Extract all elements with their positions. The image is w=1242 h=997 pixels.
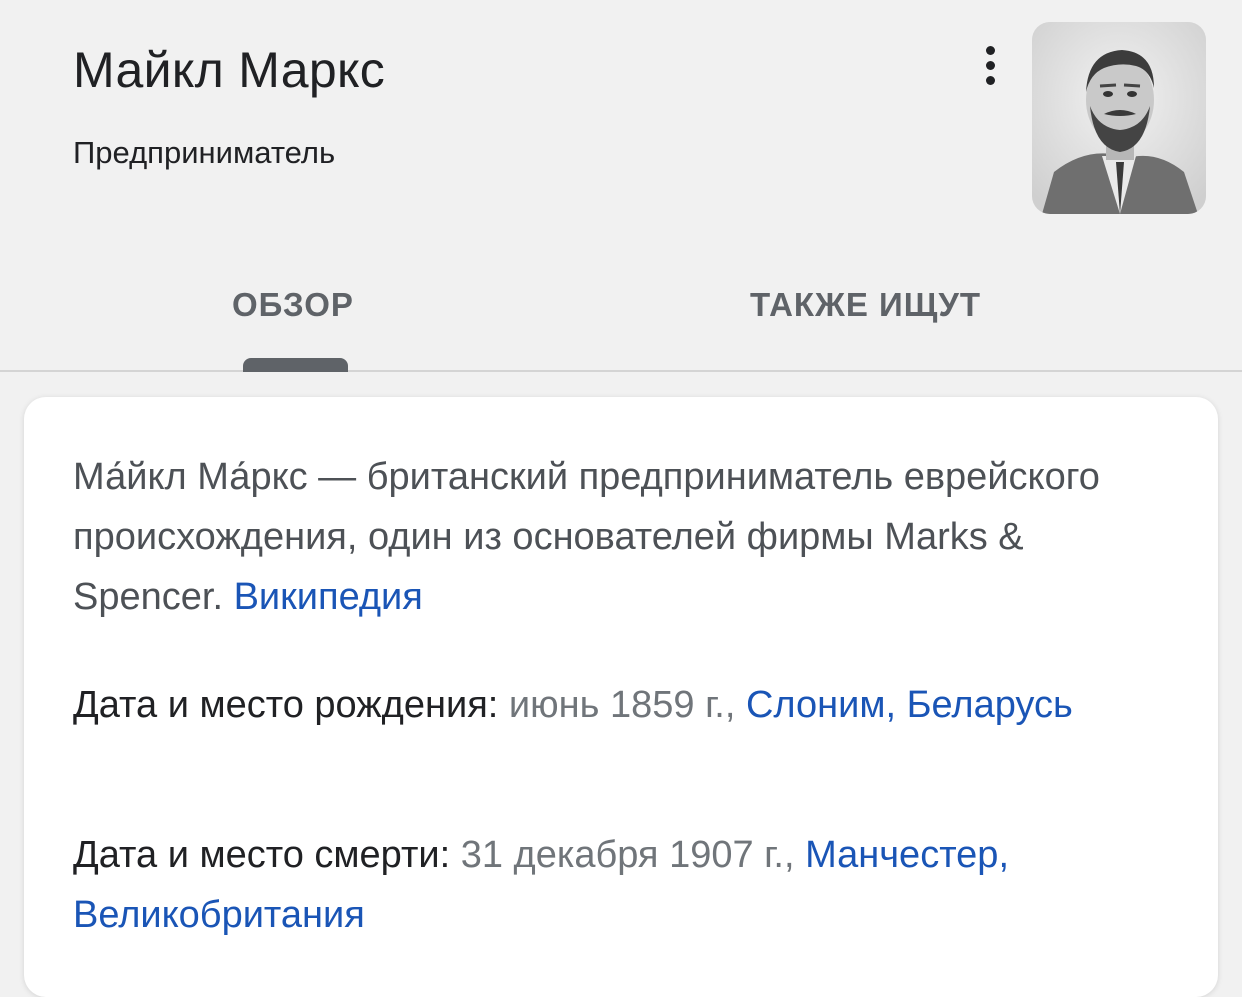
fact-death: Дата и место смерти: 31 декабря 1907 г.,… (73, 825, 1173, 945)
more-vert-icon (985, 45, 995, 55)
fact-value: июнь 1859 г., (508, 684, 736, 726)
fact-value: 31 декабря 1907 г., (460, 834, 795, 876)
tab-people-also-search[interactable]: ТАКЖЕ ИЩУТ (750, 280, 981, 330)
fact-label: Дата и место смерти: (73, 834, 451, 876)
entity-subtitle: Предприниматель (73, 135, 336, 170)
fact-birth: Дата и место рождения: июнь 1859 г., Сло… (73, 675, 1173, 735)
fact-label: Дата и место рождения: (73, 684, 499, 726)
entity-title: Майкл Маркс (73, 42, 386, 98)
birth-place-link[interactable]: Слоним, Беларусь (746, 684, 1073, 726)
more-options-button[interactable] (972, 40, 1008, 90)
tab-overview[interactable]: ОБЗОР (232, 280, 354, 330)
entity-description: Ма́йкл Ма́ркс — британский предпринимате… (73, 447, 1153, 627)
knowledge-panel-header: Майкл Маркс Предприниматель ОБЗОР ТАКЖЕ … (0, 0, 1242, 372)
description-text: Ма́йкл Ма́ркс — британский предпринимате… (73, 456, 1100, 618)
wikipedia-link[interactable]: Википедия (234, 576, 423, 618)
overview-card: Ма́йкл Ма́ркс — британский предпринимате… (24, 397, 1218, 997)
entity-photo[interactable] (1032, 22, 1206, 214)
more-vert-icon-dot (985, 60, 995, 70)
active-tab-indicator (243, 358, 348, 372)
portrait-image (1032, 22, 1206, 214)
more-vert-icon-dot (985, 75, 995, 85)
